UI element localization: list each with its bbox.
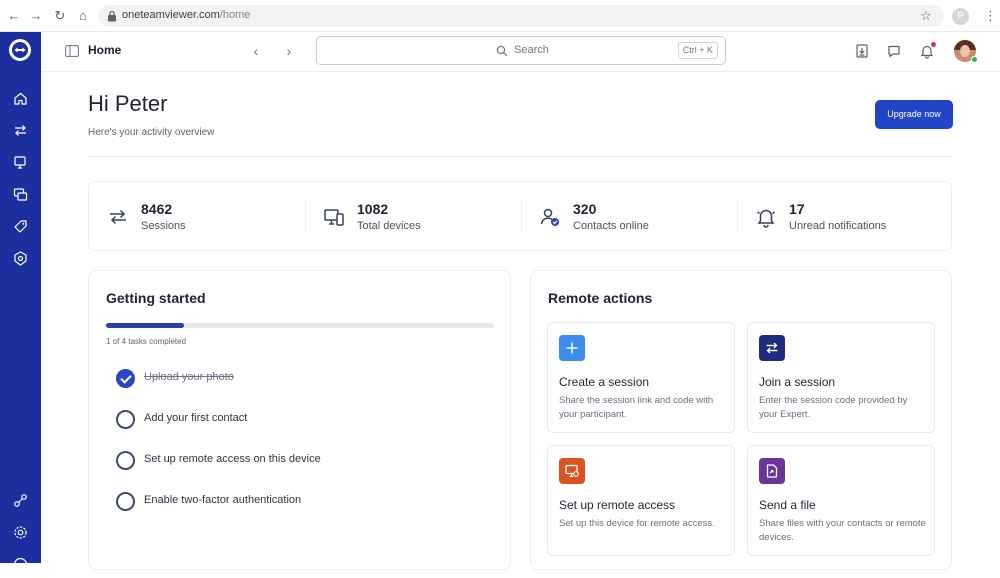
task-check-icon[interactable]	[116, 451, 135, 470]
search-shortcut-badge: Ctrl + K	[677, 42, 718, 59]
action-title: Join a session	[759, 375, 836, 389]
browser-forward-icon[interactable]: →	[28, 8, 44, 24]
download-icon[interactable]	[854, 43, 870, 59]
task-label: Enable two-factor authentication	[144, 494, 302, 506]
sidebar-remote-icon[interactable]	[12, 186, 29, 203]
notification-dot	[931, 42, 936, 47]
url-path: /home	[219, 9, 251, 21]
browser-reload-icon[interactable]: ↻	[52, 8, 68, 24]
stat-contacts-online[interactable]: 320 Contacts online	[521, 182, 737, 252]
upgrade-now-button[interactable]: Upgrade now	[875, 100, 953, 129]
forward-chevron-icon[interactable]: ›	[281, 42, 297, 60]
activity-subtitle: Here's your activity overview	[88, 127, 215, 138]
task-remote-access[interactable]: Set up remote access on this device	[116, 451, 476, 471]
avatar-face	[960, 45, 970, 57]
online-status-dot	[971, 56, 978, 63]
task-label: Set up remote access on this device	[144, 453, 321, 465]
chat-icon[interactable]	[886, 43, 902, 59]
stat-label: Contacts online	[573, 220, 649, 232]
stat-value: 1082	[357, 201, 389, 217]
back-chevron-icon[interactable]: ‹	[248, 42, 264, 60]
browser-toolbar: ← → ↻ ⌂ oneteamviewer.com/home ☆ P ⋮	[0, 0, 1000, 32]
progress-text: 1 of 4 tasks completed	[106, 337, 187, 346]
task-add-contact[interactable]: Add your first contact	[116, 410, 476, 430]
bookmark-star-icon[interactable]: ☆	[920, 8, 932, 24]
create-session-tile[interactable]: Create a session Share the session link …	[547, 322, 735, 433]
stat-total-devices[interactable]: 1082 Total devices	[305, 182, 521, 252]
action-description: Share files with your contacts or remote…	[759, 518, 926, 543]
page-title: Home	[88, 43, 122, 57]
stat-label: Unread notifications	[789, 220, 887, 232]
sidebar-help-icon[interactable]	[12, 556, 29, 573]
remote-actions-title: Remote actions	[548, 290, 653, 306]
action-title: Set up remote access	[559, 498, 676, 512]
task-two-factor[interactable]: Enable two-factor authentication	[116, 492, 476, 512]
stat-unread-notifications[interactable]: 17 Unread notifications	[737, 182, 953, 252]
sidebar	[0, 32, 41, 572]
progress-bar-fill	[106, 323, 184, 328]
browser-menu-icon[interactable]: ⋮	[984, 8, 997, 24]
sidebar-settings-gear-icon[interactable]	[12, 524, 29, 541]
browser-back-icon[interactable]: ←	[6, 8, 22, 24]
stat-value: 17	[789, 201, 805, 217]
search-input[interactable]: Search Ctrl + K	[316, 36, 726, 65]
search-icon	[496, 45, 508, 57]
arrows-exchange-icon	[107, 206, 129, 228]
notifications-bell-icon[interactable]	[919, 42, 936, 59]
stat-value: 320	[573, 201, 597, 217]
teamviewer-logo-icon[interactable]	[9, 39, 31, 61]
browser-home-icon[interactable]: ⌂	[75, 8, 91, 24]
progress-bar	[106, 323, 494, 328]
sidebar-devices-icon[interactable]	[12, 154, 29, 171]
action-title: Create a session	[559, 375, 650, 389]
stat-label: Sessions	[141, 220, 186, 232]
greeting-heading: Hi Peter	[88, 91, 168, 116]
app-header: Home ‹ › Search Ctrl + K	[41, 32, 1000, 72]
action-description: Set up this device for remote access.	[559, 518, 715, 529]
sidebar-home-icon[interactable]	[12, 90, 29, 107]
getting-started-card: Getting started 1 of 4 tasks completed U…	[88, 270, 511, 570]
logo-arrows-icon	[12, 42, 28, 58]
getting-started-title: Getting started	[106, 290, 206, 306]
sidebar-toggle-icon[interactable]	[65, 45, 79, 57]
sidebar-tag-icon[interactable]	[12, 218, 29, 235]
stats-card: 8462 Sessions 1082 Total devices 320 Con…	[88, 181, 952, 251]
monitor-gear-icon	[559, 458, 585, 484]
action-description: Share the session link and code with you…	[559, 395, 714, 420]
contact-check-icon	[539, 206, 561, 228]
plus-icon	[559, 335, 585, 361]
file-send-icon	[759, 458, 785, 484]
bell-icon	[755, 206, 777, 228]
stat-label: Total devices	[357, 220, 421, 232]
task-upload-photo[interactable]: Upload your photo	[116, 369, 476, 389]
search-placeholder: Search	[514, 44, 549, 56]
browser-profile-avatar[interactable]: P	[952, 8, 969, 25]
address-bar[interactable]: oneteamviewer.com/home	[98, 5, 944, 27]
stat-sessions[interactable]: 8462 Sessions	[89, 182, 305, 252]
task-check-icon[interactable]	[116, 410, 135, 429]
url-host: oneteamviewer.com	[122, 9, 220, 21]
address-url: oneteamviewer.com/home	[122, 9, 250, 21]
join-session-tile[interactable]: Join a session Enter the session code pr…	[747, 322, 935, 433]
swap-arrows-icon	[759, 335, 785, 361]
sidebar-sessions-icon[interactable]	[12, 122, 29, 139]
sidebar-security-icon[interactable]	[12, 250, 29, 267]
lock-icon	[108, 10, 116, 22]
sidebar-integrations-icon[interactable]	[12, 492, 29, 509]
devices-icon	[323, 206, 345, 228]
setup-remote-access-tile[interactable]: Set up remote access Set up this device …	[547, 445, 735, 556]
remote-actions-card: Remote actions Create a session Share th…	[530, 270, 952, 570]
action-description: Enter the session code provided by your …	[759, 395, 908, 420]
send-file-tile[interactable]: Send a file Share files with your contac…	[747, 445, 935, 556]
task-check-icon[interactable]	[116, 492, 135, 511]
action-title: Send a file	[759, 498, 816, 512]
task-label: Add your first contact	[144, 412, 248, 424]
stat-value: 8462	[141, 201, 173, 217]
task-check-icon[interactable]	[116, 369, 135, 388]
header-divider	[88, 156, 952, 157]
task-label: Upload your photo	[144, 371, 234, 383]
